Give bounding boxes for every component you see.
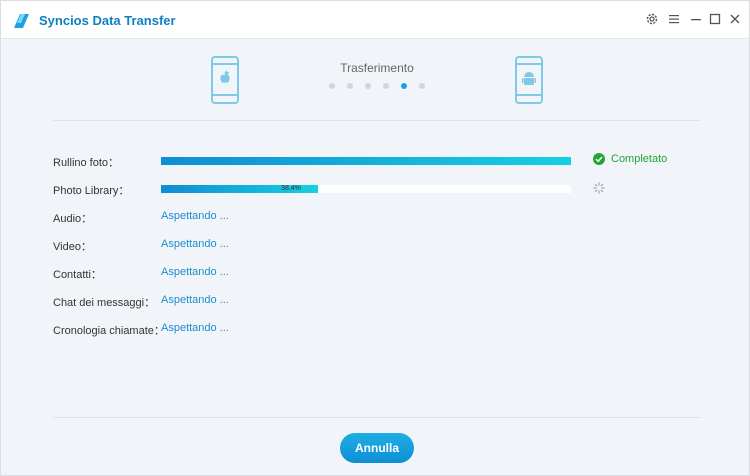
transfer-list: Rullino foto： Completato Photo Library： … <box>53 149 713 345</box>
list-item: Chat dei messaggi： Aspettando ... <box>53 289 713 317</box>
list-item: Cronologia chiamate： Aspettando ... <box>53 317 713 345</box>
maximize-icon[interactable] <box>707 11 723 27</box>
progress-bar <box>161 157 571 165</box>
check-circle-icon <box>593 153 605 165</box>
status-text: Completato <box>611 153 668 165</box>
row-label: Chat dei messaggi： <box>53 297 156 309</box>
title-bar: Syncios Data Transfer <box>1 1 749 39</box>
row-label: Cronologia chiamate： <box>53 325 165 337</box>
step-dot <box>419 83 425 89</box>
list-item: Rullino foto： Completato <box>53 149 713 177</box>
status-waiting: Aspettando ... <box>161 322 229 334</box>
transfer-title: Trasferimento <box>340 61 414 75</box>
minimize-icon[interactable] <box>688 11 704 27</box>
android-icon <box>515 56 543 104</box>
cancel-button[interactable]: Annulla <box>340 433 414 463</box>
row-label: Contatti： <box>53 269 102 281</box>
app-window: Syncios Data Transfer Trasferimento Rull… <box>0 0 750 476</box>
status-completed: Completato <box>593 153 667 165</box>
progress-fill <box>161 157 571 165</box>
status-waiting: Aspettando ... <box>161 266 229 278</box>
list-item: Contatti： Aspettando ... <box>53 261 713 289</box>
footer-divider <box>53 417 701 418</box>
menu-icon[interactable] <box>666 11 682 27</box>
step-dot <box>365 83 371 89</box>
list-item: Video： Aspettando ... <box>53 233 713 261</box>
loading-spinner-icon <box>593 182 605 194</box>
app-title: Syncios Data Transfer <box>39 13 176 28</box>
step-dot <box>329 83 335 89</box>
gear-icon[interactable] <box>644 11 660 27</box>
row-label: Photo Library： <box>53 185 130 197</box>
list-item: Photo Library： 38.4% <box>53 177 713 205</box>
step-dot <box>347 83 353 89</box>
syncios-logo-icon <box>14 14 29 28</box>
row-label: Audio： <box>53 213 93 225</box>
status-waiting: Aspettando ... <box>161 294 229 306</box>
step-dot-active <box>401 83 407 89</box>
status-waiting: Aspettando ... <box>161 210 229 222</box>
row-label: Video： <box>53 241 92 253</box>
row-label: Rullino foto： <box>53 157 120 169</box>
progress-bar: 38.4% <box>161 185 571 193</box>
step-dot <box>383 83 389 89</box>
close-icon[interactable] <box>727 11 743 27</box>
list-item: Audio： Aspettando ... <box>53 205 713 233</box>
status-waiting: Aspettando ... <box>161 238 229 250</box>
progress-percent: 38.4% <box>281 185 301 192</box>
step-indicator <box>53 83 701 89</box>
transfer-header: Trasferimento <box>53 39 701 121</box>
